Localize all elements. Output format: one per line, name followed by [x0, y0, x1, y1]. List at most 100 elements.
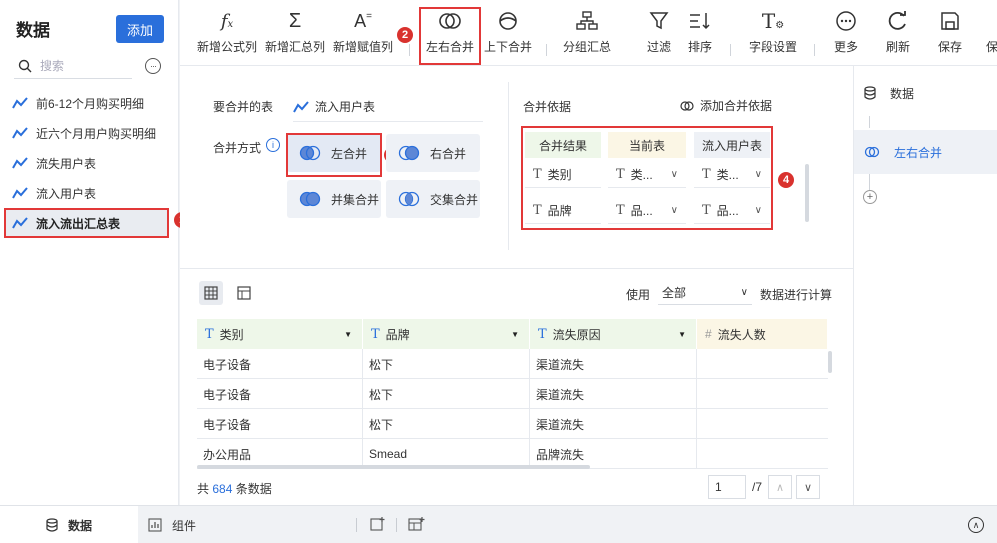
- add-step-icon[interactable]: +: [863, 190, 877, 204]
- mode-right-merge[interactable]: 右合并: [386, 134, 480, 172]
- dataset-item-label: 流入流出汇总表: [36, 216, 121, 231]
- vertical-scrollbar[interactable]: [828, 351, 832, 373]
- sidebar-search[interactable]: 搜索: [14, 53, 132, 79]
- chevron-down-icon: ∨: [803, 481, 813, 494]
- basis-current-select[interactable]: T 品... ∨: [608, 198, 686, 224]
- basis-other-select[interactable]: T 品... ∨: [694, 198, 770, 224]
- step-item-merge[interactable]: 左右合并: [854, 130, 997, 174]
- table-row: 电子设备 松下 渠道流失: [197, 379, 828, 409]
- collapse-up-icon[interactable]: ∧: [968, 517, 984, 533]
- basis-result-value: 品牌: [547, 204, 572, 218]
- basis-other-select[interactable]: T 类... ∨: [694, 162, 770, 188]
- basis-other-value: 品...: [716, 204, 739, 218]
- add-summary-column-button[interactable]: Σ 新增汇总列: [265, 10, 325, 55]
- filter-icon: [649, 10, 669, 32]
- use-scope-value: 全部: [662, 286, 687, 300]
- table-row: 电子设备 松下 渠道流失: [197, 409, 828, 439]
- add-dashboard-icon[interactable]: [408, 516, 426, 535]
- line-chart-icon: [12, 127, 28, 139]
- table-cell: [697, 439, 828, 469]
- merge-table-label: 要合并的表: [213, 100, 274, 114]
- save-icon: [940, 10, 960, 32]
- dataset-item-active[interactable]: 流入流出汇总表: [4, 208, 169, 238]
- merge-basis-label: 合并依据: [523, 100, 572, 114]
- save-as-button[interactable]: 保: [986, 10, 997, 55]
- add-assign-column-button[interactable]: A= 新增赋值列: [333, 10, 393, 55]
- grid-view-button[interactable]: [199, 281, 223, 305]
- dataset-item[interactable]: 前6-12个月购买明细: [0, 88, 179, 118]
- step-badge-2: 2: [397, 27, 413, 43]
- refresh-button[interactable]: 刷新: [886, 10, 910, 55]
- chevron-down-icon: ∨: [754, 205, 762, 216]
- basis-current-value: 类...: [630, 168, 653, 182]
- basis-result-cell[interactable]: T 类别: [525, 162, 601, 188]
- toolbar-label: 字段设置: [749, 40, 798, 54]
- dataset-item[interactable]: 流入用户表: [0, 178, 179, 208]
- column-header[interactable]: T 流失原因 ▼: [530, 319, 697, 349]
- data-preview: 使用 全部 ∨ 数据进行计算 T 类别 ▼ T 品牌 ▼ T 流失原因 ▼ # 流失人数 电子…: [180, 268, 853, 505]
- column-header-label: 类别: [219, 327, 244, 342]
- filter-button[interactable]: 过滤: [647, 10, 671, 55]
- dataset-item[interactable]: 流失用户表: [0, 148, 179, 178]
- add-merge-basis-button[interactable]: 添加合并依据: [680, 97, 772, 114]
- group-summary-button[interactable]: 分组汇总: [563, 10, 611, 55]
- info-icon[interactable]: i: [266, 138, 280, 152]
- step-item-data[interactable]: 数据: [854, 71, 997, 115]
- text-type-icon: T: [616, 203, 625, 218]
- toolbar-divider: [814, 44, 815, 56]
- save-button[interactable]: 保存: [938, 10, 962, 55]
- add-formula-column-button[interactable]: fx 新增公式列: [197, 10, 257, 55]
- highlight-box: [286, 133, 382, 177]
- column-header[interactable]: T 类别 ▼: [197, 319, 363, 349]
- use-label: 使用: [626, 288, 651, 302]
- basis-current-value: 品...: [630, 204, 653, 218]
- field-settings-icon: T ⚙: [761, 9, 785, 33]
- mode-intersect-merge[interactable]: 交集合并: [386, 180, 480, 218]
- table-cell: 松下: [363, 349, 530, 379]
- next-page-button[interactable]: ∨: [796, 475, 820, 499]
- add-data-button[interactable]: 添加: [116, 15, 164, 43]
- page-input[interactable]: 1: [708, 475, 746, 499]
- column-header-label: 流失人数: [717, 327, 766, 342]
- step-item-label: 数据: [890, 86, 915, 101]
- field-settings-button[interactable]: T ⚙ 字段设置: [749, 9, 798, 55]
- venn-ud-icon: [497, 10, 519, 32]
- basis-scrollbar[interactable]: [805, 164, 809, 222]
- search-input[interactable]: 搜索: [40, 57, 64, 74]
- caret-down-icon[interactable]: ▼: [678, 330, 686, 339]
- more-options-icon[interactable]: ···: [145, 58, 161, 74]
- sigma-icon: Σ: [288, 9, 302, 32]
- caret-down-icon[interactable]: ▼: [344, 330, 352, 339]
- table-cell: [697, 409, 828, 439]
- more-button[interactable]: 更多: [834, 10, 858, 55]
- tab-components[interactable]: 组件: [148, 506, 196, 543]
- dataset-item-label: 流入用户表: [36, 186, 97, 201]
- caret-down-icon[interactable]: ▼: [511, 330, 519, 339]
- up-down-merge-button[interactable]: 上下合并: [484, 10, 532, 55]
- column-header[interactable]: T 品牌 ▼: [363, 319, 530, 349]
- chart-icon: [148, 518, 162, 532]
- add-component-icon[interactable]: [370, 516, 386, 535]
- dataset-item[interactable]: 近六个月用户购买明细: [0, 118, 179, 148]
- table-cell: 松下: [363, 379, 530, 409]
- step-connector: [869, 174, 870, 190]
- table-row: 电子设备 松下 渠道流失: [197, 349, 828, 379]
- horizontal-scrollbar[interactable]: [197, 465, 590, 469]
- basis-result-value: 类别: [547, 168, 572, 182]
- tab-data[interactable]: 数据: [0, 506, 138, 543]
- table-cell: 渠道流失: [530, 379, 697, 409]
- merge-table-value: 流入用户表: [315, 100, 376, 114]
- layout-view-button[interactable]: [232, 281, 256, 305]
- column-header[interactable]: # 流失人数: [697, 319, 828, 349]
- prev-page-button[interactable]: ∧: [768, 475, 792, 499]
- sort-button[interactable]: 排序: [688, 10, 712, 55]
- merge-table-select[interactable]: 流入用户表: [293, 98, 483, 122]
- basis-header-other: 流入用户表: [694, 132, 770, 158]
- use-scope-select[interactable]: 全部 ∨: [658, 281, 752, 305]
- text-type-icon: T: [538, 326, 547, 342]
- basis-result-cell[interactable]: T 品牌: [525, 198, 601, 224]
- line-chart-icon: [293, 100, 309, 112]
- mode-union-merge[interactable]: 并集合并: [287, 180, 381, 218]
- basis-current-select[interactable]: T 类... ∨: [608, 162, 686, 188]
- venn-intersect-icon: [398, 191, 420, 207]
